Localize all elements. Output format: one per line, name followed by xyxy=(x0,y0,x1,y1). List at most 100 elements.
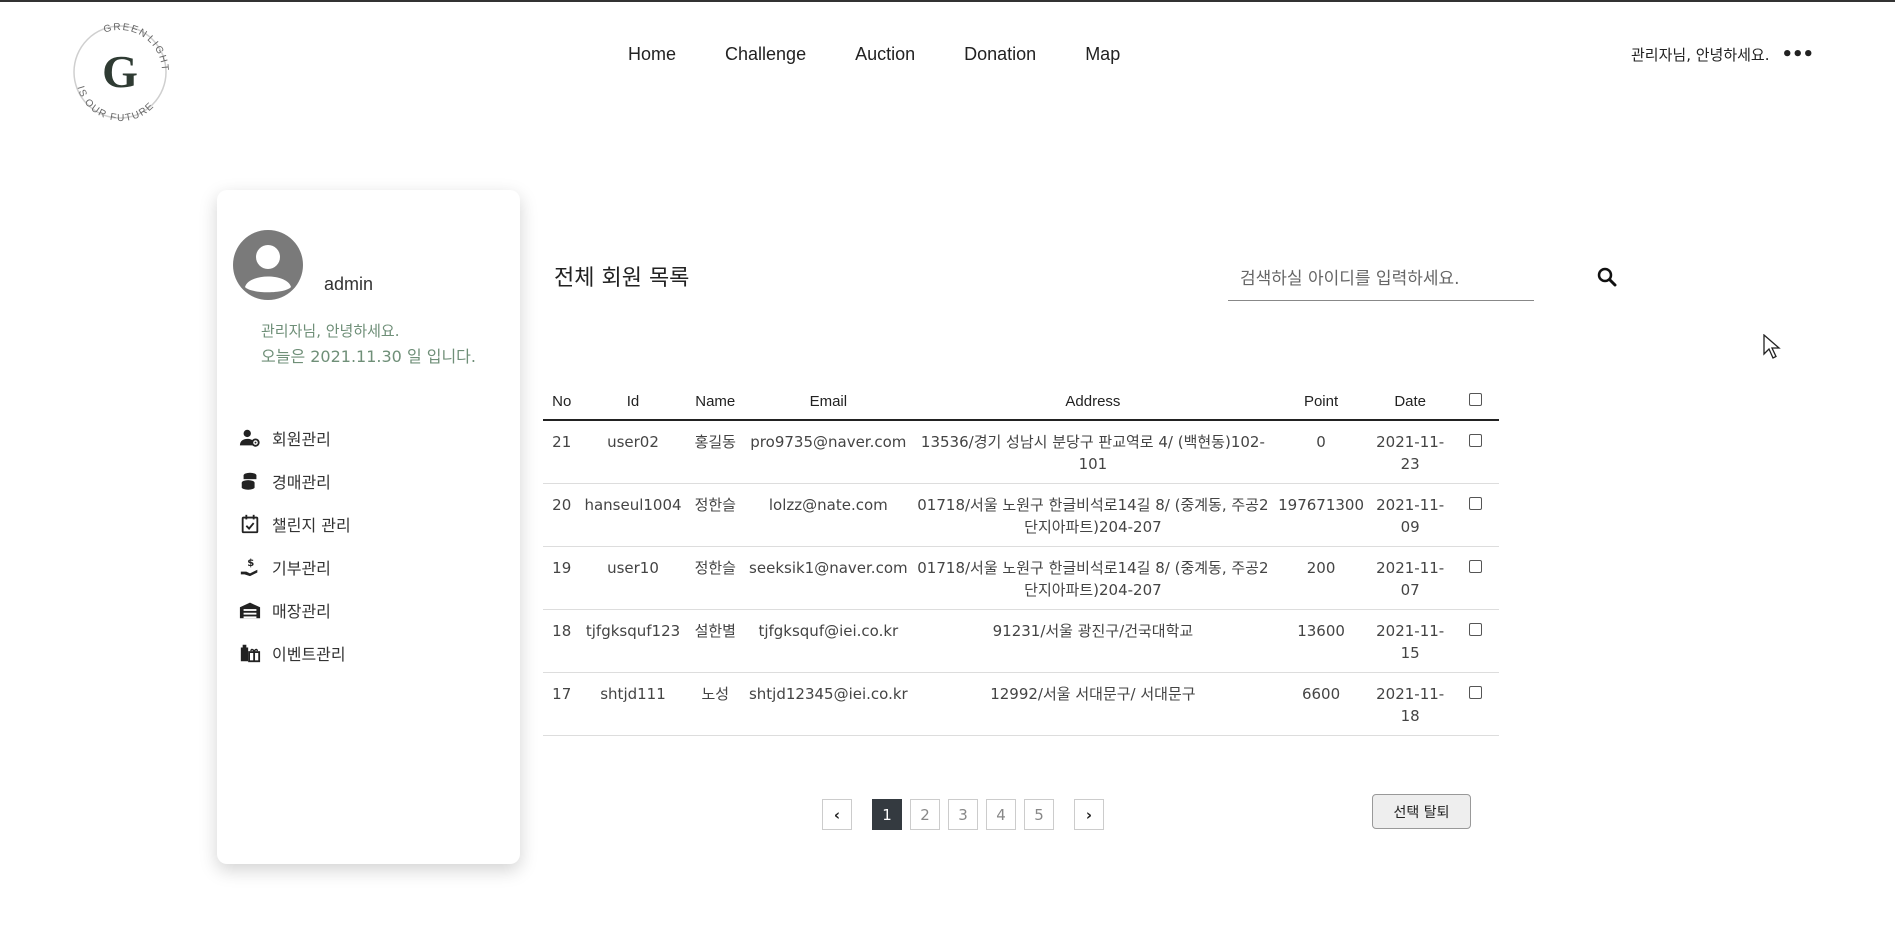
cell-address: 01718/서울 노원구 한글비석로14길 8/ (중계동, 주공2단지아파트)… xyxy=(911,546,1275,610)
cell-select xyxy=(1452,420,1499,484)
cell-email: tjfgksquf@iei.co.kr xyxy=(744,609,912,673)
table-row: 20 hanseul1004 정한슬 lolzz@nate.com 01718/… xyxy=(543,483,1499,547)
cell-email: seeksik1@naver.com xyxy=(744,546,912,610)
logo-letter: G xyxy=(102,46,138,97)
col-email: Email xyxy=(744,384,912,421)
menu-label: 회원관리 xyxy=(272,429,331,449)
table-row: 19 user10 정한슬 seeksik1@naver.com 01718/서… xyxy=(543,546,1499,610)
cell-select xyxy=(1452,672,1499,736)
search-icon[interactable] xyxy=(1597,267,1617,287)
next-page-button[interactable]: › xyxy=(1074,799,1104,830)
cell-select xyxy=(1452,546,1499,610)
cell-date: 2021-11-09 xyxy=(1368,483,1453,547)
col-name: Name xyxy=(685,384,745,421)
row-checkbox[interactable] xyxy=(1469,560,1483,573)
table-header-row: No Id Name Email Address Point Date xyxy=(543,384,1499,421)
cell-name: 홍길동 xyxy=(685,420,745,484)
menu-item-challenges[interactable]: 챌린지 관리 xyxy=(239,502,351,545)
col-select xyxy=(1452,384,1499,421)
prev-page-button[interactable]: ‹ xyxy=(822,799,852,830)
ellipsis-icon[interactable]: ••• xyxy=(1782,44,1815,65)
page-button-3[interactable]: 3 xyxy=(948,799,978,830)
main-nav: Home Challenge Auction Donation Map xyxy=(628,44,1169,65)
admin-sidebar: admin 관리자님, 안녕하세요. 오늘은 2021.11.30 일 입니다.… xyxy=(217,190,520,864)
svg-text:GREEN: GREEN xyxy=(102,22,149,41)
cell-address: 13536/경기 성남시 분당구 판교역로 4/ (백현동)102-101 xyxy=(911,420,1275,484)
menu-item-members[interactable]: 회원관리 xyxy=(239,416,351,459)
search-input[interactable] xyxy=(1228,257,1534,300)
cell-point: 13600 xyxy=(1274,609,1369,673)
cell-no: 18 xyxy=(543,609,581,673)
today-date-line: 오늘은 2021.11.30 일 입니다. xyxy=(261,347,476,366)
cell-select xyxy=(1452,609,1499,673)
cell-id: user02 xyxy=(580,420,686,484)
cell-date: 2021-11-07 xyxy=(1368,546,1453,610)
nav-donation[interactable]: Donation xyxy=(964,44,1036,65)
avatar xyxy=(233,230,303,300)
logo[interactable]: GREEN LIGHT IS OUR FUTURE G xyxy=(62,14,178,130)
row-checkbox[interactable] xyxy=(1469,434,1483,447)
row-checkbox[interactable] xyxy=(1469,686,1483,699)
page-button-4[interactable]: 4 xyxy=(986,799,1016,830)
svg-text:LIGHT: LIGHT xyxy=(145,34,170,73)
menu-item-auctions[interactable]: 경매관리 xyxy=(239,459,351,502)
col-id: Id xyxy=(580,384,686,421)
nav-map[interactable]: Map xyxy=(1085,44,1120,65)
cell-point: 6600 xyxy=(1274,672,1369,736)
cell-id: tjfgksquf123 xyxy=(580,609,686,673)
page-button-5[interactable]: 5 xyxy=(1024,799,1054,830)
cell-date: 2021-11-18 xyxy=(1368,672,1453,736)
cell-id: hanseul1004 xyxy=(580,483,686,547)
user-gear-icon xyxy=(239,429,260,447)
hand-dollar-icon: $ xyxy=(240,558,258,576)
cell-name: 설한별 xyxy=(685,609,745,673)
cell-address: 01718/서울 노원구 한글비석로14길 8/ (중계동, 주공2단지아파트)… xyxy=(911,483,1275,547)
mouse-cursor-icon xyxy=(1763,334,1781,359)
cell-id: shtjd111 xyxy=(580,672,686,736)
table-row: 17 shtjd111 노성 shtjd12345@iei.co.kr 1299… xyxy=(543,672,1499,736)
cell-point: 0 xyxy=(1274,420,1369,484)
gift-building-icon xyxy=(240,644,261,662)
page-button-2[interactable]: 2 xyxy=(910,799,940,830)
menu-label: 이벤트관리 xyxy=(272,644,346,664)
members-table: No Id Name Email Address Point Date 21 u… xyxy=(543,384,1499,736)
cell-no: 19 xyxy=(543,546,581,610)
search-box xyxy=(1228,257,1534,301)
welcome-message: 관리자님, 안녕하세요. 오늘은 2021.11.30 일 입니다. xyxy=(261,318,476,370)
cell-no: 17 xyxy=(543,672,581,736)
cell-name: 정한슬 xyxy=(685,546,745,610)
col-no: No xyxy=(543,384,581,421)
withdraw-selected-button[interactable]: 선택 탈퇴 xyxy=(1372,794,1471,829)
logo-text-green: GREEN xyxy=(102,22,148,41)
select-all-checkbox[interactable] xyxy=(1469,393,1483,406)
cell-date: 2021-11-23 xyxy=(1368,420,1453,484)
row-checkbox[interactable] xyxy=(1469,497,1483,510)
menu-item-stores[interactable]: 매장관리 xyxy=(239,588,351,631)
table-row: 18 tjfgksquf123 설한별 tjfgksquf@iei.co.kr … xyxy=(543,609,1499,673)
pagination: ‹ 1 2 3 4 5 › xyxy=(822,799,1104,830)
nav-challenge[interactable]: Challenge xyxy=(725,44,806,65)
admin-menu: 회원관리 경매관리 챌린지 관리 $ 기부관리 매장관리 이벤트관리 xyxy=(239,416,351,674)
col-date: Date xyxy=(1368,384,1453,421)
header-greeting-text: 관리자님, 안녕하세요. xyxy=(1631,46,1770,64)
page-button-1[interactable]: 1 xyxy=(872,799,902,830)
nav-auction[interactable]: Auction xyxy=(855,44,915,65)
cell-email: shtjd12345@iei.co.kr xyxy=(744,672,912,736)
cell-name: 정한슬 xyxy=(685,483,745,547)
header-greeting: 관리자님, 안녕하세요. ••• xyxy=(1631,44,1815,65)
cell-address: 91231/서울 광진구/건국대학교 xyxy=(911,609,1275,673)
warehouse-icon xyxy=(239,602,261,618)
cell-email: pro9735@naver.com xyxy=(744,420,912,484)
menu-item-donations[interactable]: $ 기부관리 xyxy=(239,545,351,588)
cell-id: user10 xyxy=(580,546,686,610)
cell-no: 21 xyxy=(543,420,581,484)
nav-home[interactable]: Home xyxy=(628,44,676,65)
menu-label: 경매관리 xyxy=(272,472,331,492)
col-address: Address xyxy=(911,384,1275,421)
menu-label: 챌린지 관리 xyxy=(272,515,351,535)
menu-label: 매장관리 xyxy=(272,601,331,621)
calendar-check-icon xyxy=(241,514,259,533)
row-checkbox[interactable] xyxy=(1469,623,1483,636)
menu-item-events[interactable]: 이벤트관리 xyxy=(239,631,351,674)
welcome-line: 관리자님, 안녕하세요. xyxy=(261,322,400,340)
